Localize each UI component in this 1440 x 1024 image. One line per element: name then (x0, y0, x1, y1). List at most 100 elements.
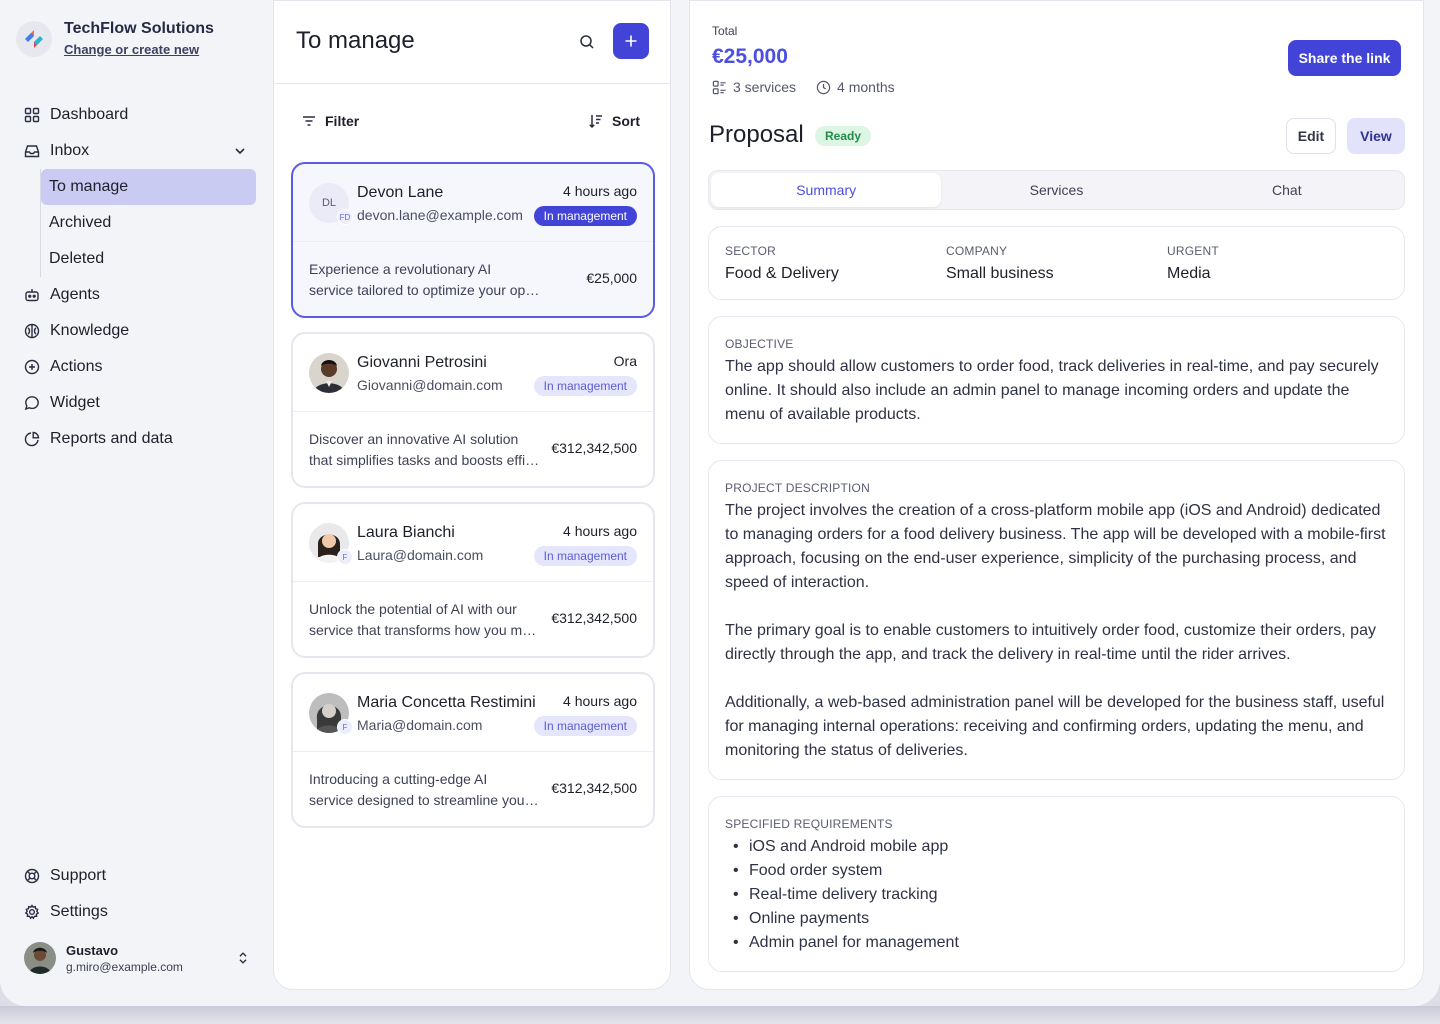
nav-settings-label: Settings (50, 903, 108, 920)
user-menu[interactable]: Gustavo g.miro@example.com (24, 942, 250, 974)
status-badge: Ready (815, 126, 872, 146)
card-name: Maria Concetta Restimini (357, 694, 536, 711)
list-item: Admin panel for management (725, 931, 1388, 955)
change-workspace-link[interactable]: Change or create new (64, 42, 214, 57)
card-price: €312,342,500 (551, 780, 637, 796)
services-count: 3 services (733, 79, 797, 95)
project-description-paragraph: The primary goal is to enable customers … (725, 622, 1376, 663)
nav-reports[interactable]: Reports and data (16, 421, 256, 457)
card-description: Introducing a cutting-edge AI service de… (309, 769, 541, 811)
duration: 4 months (837, 79, 895, 95)
pie-chart-icon (24, 431, 40, 447)
gear-icon (24, 904, 40, 920)
nav-widget[interactable]: Widget (16, 385, 256, 421)
clock-icon (816, 80, 831, 94)
user-name: Gustavo (66, 942, 119, 958)
card-description-line: Unlock the potential of AI with our (309, 601, 517, 617)
status-badge: In management (533, 716, 637, 736)
brain-icon (24, 323, 40, 339)
user-email: g.miro@example.com (66, 959, 183, 974)
nav-agents[interactable]: Agents (16, 277, 256, 313)
card-description: Discover an innovative AI solution that … (309, 429, 541, 471)
page-title: To manage (296, 27, 415, 54)
detail-tabs: Summary Services Chat (708, 170, 1405, 210)
objective-card: Objective The app should allow customers… (708, 316, 1405, 444)
tab-chat[interactable]: Chat (1172, 173, 1402, 207)
app-window: TechFlow Solutions Change or create new … (0, 0, 1440, 1006)
nav-agents-label: Agents (50, 286, 100, 303)
avatar-badge: F (337, 719, 353, 735)
nav-widget-label: Widget (50, 394, 100, 411)
user-avatar (24, 942, 56, 974)
sector-value: Food & Delivery (725, 265, 839, 282)
card-email: Laura@domain.com (357, 547, 484, 563)
avatar: F (309, 693, 353, 735)
request-card-devon-lane[interactable]: DL FD Devon Lane devon.lane@example.com … (291, 162, 655, 318)
nav-to-manage[interactable]: To manage (41, 169, 256, 205)
list-item: iOS and Android mobile app (725, 835, 1388, 859)
nav-inbox[interactable]: Inbox (16, 133, 256, 169)
chat-bubble-icon (24, 396, 39, 411)
share-link-button[interactable]: Share the link (1288, 40, 1401, 76)
total-value: €25,000 (712, 45, 788, 68)
card-description-line: that simplifies tasks and boosts efficie… (309, 452, 541, 468)
objective-label: Objective (725, 337, 794, 351)
nav-deleted[interactable]: Deleted (41, 241, 256, 277)
chevron-updown-icon[interactable] (236, 951, 250, 965)
sort-button[interactable]: Sort (588, 113, 640, 129)
request-card-laura-bianchi[interactable]: F Laura Bianchi Laura@domain.com 4 hours… (291, 502, 655, 658)
proposal-detail-panel: Total €25,000 3 services 4 months Share … (689, 0, 1424, 990)
workspace-name: TechFlow Solutions (64, 20, 214, 37)
card-description-line: service designed to streamline your work (309, 792, 541, 808)
requirements-label: Specified requirements (725, 817, 893, 831)
search-button[interactable] (576, 31, 598, 53)
plus-circle-icon (24, 359, 40, 375)
view-button[interactable]: View (1347, 118, 1405, 154)
tab-summary[interactable]: Summary (711, 173, 942, 207)
sort-icon (589, 115, 602, 129)
nav-actions[interactable]: Actions (16, 349, 256, 385)
info-card: Sector Food & Delivery Company Small bus… (708, 226, 1405, 300)
plus-icon (625, 35, 637, 47)
request-card-maria-concetta-restimini[interactable]: F Maria Concetta Restimini Maria@domain.… (291, 672, 655, 828)
list-header: To manage (274, 1, 670, 84)
list-icon (712, 80, 726, 94)
status-badge: In management (533, 546, 637, 566)
request-card-giovanni-petrosini[interactable]: Giovanni Petrosini Giovanni@domain.com O… (291, 332, 655, 488)
edit-button[interactable]: Edit (1286, 118, 1336, 154)
card-description-line: Introducing a cutting-edge AI (309, 771, 488, 787)
card-time: 4 hours ago (563, 523, 637, 539)
request-cards: DL FD Devon Lane devon.lane@example.com … (291, 162, 655, 842)
main-nav: Dashboard Inbox To manage Archived Delet… (16, 97, 256, 457)
workspace-switcher[interactable]: TechFlow Solutions Change or create new (16, 20, 214, 57)
nav-knowledge[interactable]: Knowledge (16, 313, 256, 349)
sidebar: TechFlow Solutions Change or create new … (0, 0, 272, 1006)
dashboard-icon (24, 107, 40, 123)
filter-button[interactable]: Filter (301, 113, 359, 129)
card-description-line: service tailored to optimize your operat… (309, 282, 541, 298)
proposal-meta: 3 services 4 months (712, 79, 895, 95)
card-time: 4 hours ago (563, 183, 637, 199)
tab-services[interactable]: Services (941, 173, 1171, 207)
chevron-down-icon[interactable] (232, 143, 248, 159)
nav-archived[interactable]: Archived (41, 205, 256, 241)
card-price: €25,000 (586, 270, 637, 286)
inbox-icon (24, 145, 40, 158)
project-description-label: Project description (725, 481, 870, 495)
lifebuoy-icon (24, 868, 40, 884)
status-badge: In management (533, 206, 637, 226)
add-request-button[interactable] (613, 23, 649, 59)
nav-inbox-label: Inbox (50, 142, 90, 159)
card-email: devon.lane@example.com (357, 207, 523, 223)
list-item: Online payments (725, 907, 1388, 931)
nav-support-label: Support (50, 867, 107, 884)
list-item: Real-time delivery tracking (725, 883, 1388, 907)
nav-support[interactable]: Support (16, 858, 256, 894)
nav-dashboard[interactable]: Dashboard (16, 97, 256, 133)
card-price: €312,342,500 (551, 610, 637, 626)
company-value: Small business (946, 265, 1054, 282)
card-name: Laura Bianchi (357, 524, 455, 541)
card-email: Giovanni@domain.com (357, 377, 503, 393)
sector-label: Sector (725, 244, 776, 258)
nav-settings[interactable]: Settings (16, 894, 256, 930)
